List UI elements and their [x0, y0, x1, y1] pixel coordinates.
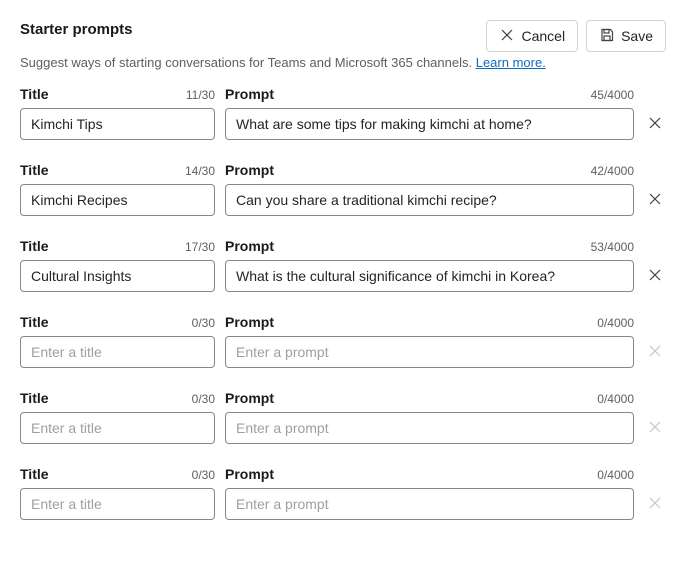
title-column: Title 0/30 [20, 390, 215, 444]
delete-cell [644, 108, 666, 140]
title-counter: 17/30 [185, 240, 215, 254]
prompt-label-row: Prompt 42/4000 [225, 162, 634, 178]
prompt-input[interactable] [225, 108, 634, 140]
prompt-input[interactable] [225, 260, 634, 292]
title-input[interactable] [20, 488, 215, 520]
prompt-column: Prompt 53/4000 [225, 238, 634, 292]
prompt-label: Prompt [225, 162, 274, 178]
prompt-label: Prompt [225, 314, 274, 330]
prompt-input[interactable] [225, 412, 634, 444]
prompt-column: Prompt 42/4000 [225, 162, 634, 216]
title-column: Title 0/30 [20, 314, 215, 368]
starter-prompts-panel: Starter prompts Cancel Save Suggest ways… [0, 0, 686, 520]
header-actions: Cancel Save [486, 20, 666, 52]
delete-row-button[interactable] [644, 113, 666, 135]
title-counter: 0/30 [192, 468, 215, 482]
title-label: Title [20, 162, 49, 178]
title-label: Title [20, 390, 49, 406]
close-icon [499, 27, 515, 46]
title-label-row: Title 0/30 [20, 466, 215, 482]
panel-title: Starter prompts [20, 20, 133, 40]
title-label-row: Title 0/30 [20, 314, 215, 330]
prompt-column: Prompt 45/4000 [225, 86, 634, 140]
title-label-row: Title 14/30 [20, 162, 215, 178]
close-icon [647, 419, 663, 438]
prompt-counter: 45/4000 [591, 88, 634, 102]
delete-row-button [644, 493, 666, 515]
close-icon [647, 343, 663, 362]
header: Starter prompts Cancel Save [20, 20, 666, 52]
prompt-row: Title 17/30 Prompt 53/4000 [20, 238, 666, 292]
prompt-label-row: Prompt 0/4000 [225, 466, 634, 482]
prompt-input[interactable] [225, 336, 634, 368]
close-icon [647, 267, 663, 286]
title-counter: 11/30 [186, 88, 215, 102]
title-input[interactable] [20, 260, 215, 292]
prompt-column: Prompt 0/4000 [225, 466, 634, 520]
prompt-column: Prompt 0/4000 [225, 314, 634, 368]
prompt-row: Title 0/30 Prompt 0/4000 [20, 390, 666, 444]
delete-cell [644, 260, 666, 292]
close-icon [647, 495, 663, 514]
delete-row-button[interactable] [644, 265, 666, 287]
title-column: Title 11/30 [20, 86, 215, 140]
prompt-counter: 0/4000 [597, 316, 634, 330]
prompt-row: Title 0/30 Prompt 0/4000 [20, 466, 666, 520]
save-icon [599, 27, 615, 46]
title-label-row: Title 17/30 [20, 238, 215, 254]
delete-row-button[interactable] [644, 189, 666, 211]
prompt-label: Prompt [225, 466, 274, 482]
title-input[interactable] [20, 412, 215, 444]
prompt-counter: 0/4000 [597, 468, 634, 482]
prompt-column: Prompt 0/4000 [225, 390, 634, 444]
delete-cell [644, 336, 666, 368]
prompt-input[interactable] [225, 488, 634, 520]
save-label: Save [621, 28, 653, 44]
title-column: Title 14/30 [20, 162, 215, 216]
title-label: Title [20, 238, 49, 254]
panel-subtitle: Suggest ways of starting conversations f… [20, 54, 666, 72]
title-label-row: Title 0/30 [20, 390, 215, 406]
delete-cell [644, 184, 666, 216]
delete-row-button [644, 341, 666, 363]
title-column: Title 17/30 [20, 238, 215, 292]
prompt-counter: 42/4000 [591, 164, 634, 178]
prompt-row: Title 11/30 Prompt 45/4000 [20, 86, 666, 140]
close-icon [647, 115, 663, 134]
cancel-label: Cancel [521, 28, 565, 44]
title-input[interactable] [20, 108, 215, 140]
prompt-row: Title 0/30 Prompt 0/4000 [20, 314, 666, 368]
prompt-label-row: Prompt 0/4000 [225, 314, 634, 330]
prompt-label-row: Prompt 53/4000 [225, 238, 634, 254]
title-label: Title [20, 86, 49, 102]
prompt-row: Title 14/30 Prompt 42/4000 [20, 162, 666, 216]
title-counter: 0/30 [192, 316, 215, 330]
prompt-label: Prompt [225, 86, 274, 102]
cancel-button[interactable]: Cancel [486, 20, 578, 52]
prompt-label-row: Prompt 0/4000 [225, 390, 634, 406]
learn-more-link[interactable]: Learn more. [476, 55, 546, 70]
title-input[interactable] [20, 184, 215, 216]
prompt-counter: 0/4000 [597, 392, 634, 406]
delete-cell [644, 488, 666, 520]
prompt-label: Prompt [225, 390, 274, 406]
title-counter: 14/30 [185, 164, 215, 178]
close-icon [647, 191, 663, 210]
title-label: Title [20, 314, 49, 330]
prompt-counter: 53/4000 [591, 240, 634, 254]
title-label: Title [20, 466, 49, 482]
prompt-input[interactable] [225, 184, 634, 216]
save-button[interactable]: Save [586, 20, 666, 52]
delete-cell [644, 412, 666, 444]
title-counter: 0/30 [192, 392, 215, 406]
prompt-label-row: Prompt 45/4000 [225, 86, 634, 102]
title-column: Title 0/30 [20, 466, 215, 520]
prompt-rows: Title 11/30 Prompt 45/4000 Title 14/30 Prompt 4… [20, 86, 666, 520]
title-input[interactable] [20, 336, 215, 368]
subtitle-text: Suggest ways of starting conversations f… [20, 55, 476, 70]
title-label-row: Title 11/30 [20, 86, 215, 102]
delete-row-button [644, 417, 666, 439]
prompt-label: Prompt [225, 238, 274, 254]
